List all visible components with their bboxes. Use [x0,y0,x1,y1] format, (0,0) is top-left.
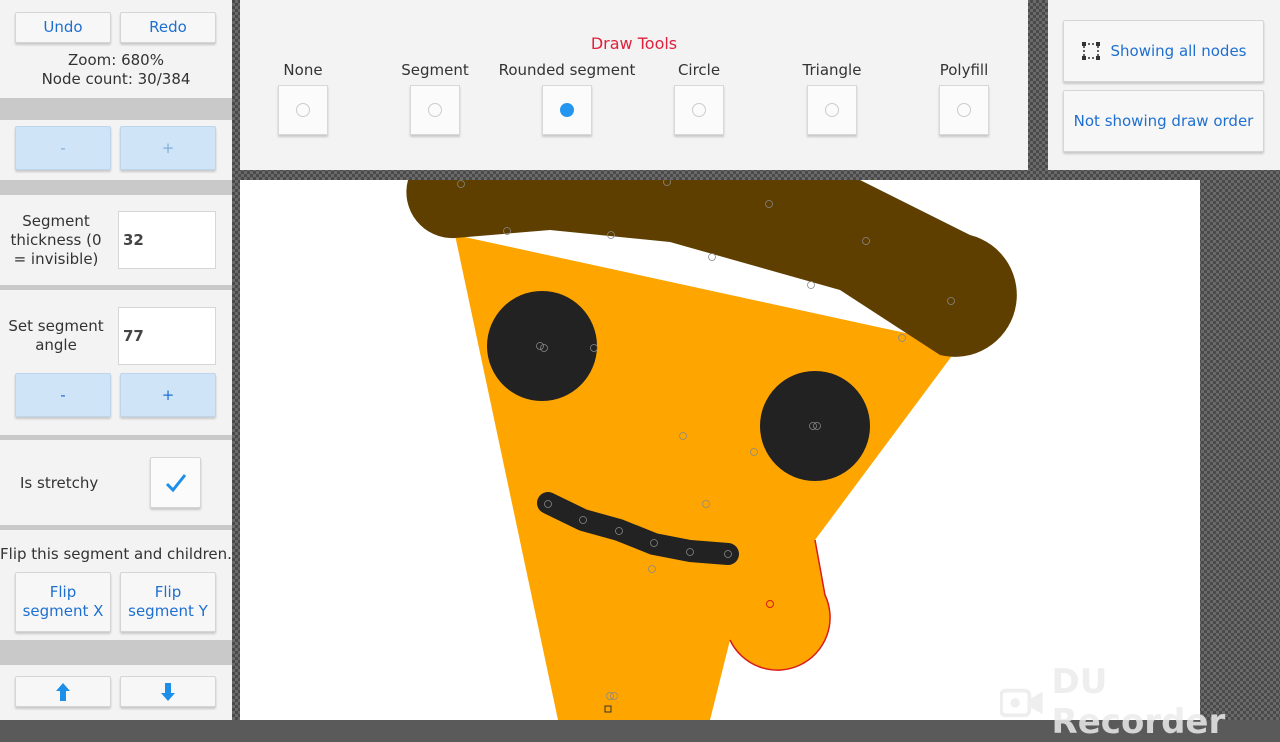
flip-x-button[interactable]: Flip segment X [15,572,111,632]
stretchy-label: Is stretchy [20,474,99,492]
tool-label-polyfill: Polyfill [939,61,989,79]
drawing-canvas[interactable] [240,180,1200,720]
segment-angle-label: Set segment angle [8,317,104,354]
stretchy-checkbox[interactable] [150,457,201,508]
tool-radio-triangle[interactable] [807,85,857,135]
decrement-button-disabled[interactable]: - [15,126,111,170]
increment-button-disabled[interactable]: + [120,126,216,170]
left-eye [487,291,597,401]
node-count-readout: Node count: 30/384 [41,70,191,88]
arrow-down-icon [161,682,175,701]
tool-radio-segment[interactable] [410,85,460,135]
radio-indicator [957,103,971,117]
reorder-section [0,665,232,720]
segment-thickness-section: Segment thickness (0 = invisible) 32 [0,195,232,285]
stepper-section-1: - + [0,120,232,180]
tool-radio-none[interactable] [278,85,328,135]
radio-indicator [692,103,706,117]
move-down-button[interactable] [120,676,216,707]
camera-icon [1000,688,1043,718]
left-panel: Undo Redo Zoom: 680% Node count: 30/384 … [0,0,232,720]
radio-indicator [428,103,442,117]
segment-angle-input[interactable]: 77 [118,307,216,365]
node-bounds-icon [1081,42,1100,60]
right-eye [760,371,870,481]
checkmark-icon [165,473,186,492]
redo-button[interactable]: Redo [120,12,216,43]
draw-order-toggle[interactable]: Not showing draw order [1063,90,1264,152]
undo-button[interactable]: Undo [15,12,111,43]
view-options-panel: Showing all nodes Not showing draw order [1048,0,1280,170]
segment-angle-section: Set segment angle 77 - + [0,290,232,435]
pizza-drawing [406,180,1017,720]
watermark-text: DU Recorder [1051,662,1226,742]
segment-thickness-label: Segment thickness (0 = invisible) [10,212,102,268]
angle-decrement-button[interactable]: - [15,373,111,417]
radio-indicator [296,103,310,117]
history-section: Undo Redo Zoom: 680% Node count: 30/384 [0,0,232,98]
radio-indicator-selected [560,103,574,117]
angle-increment-button[interactable]: + [120,373,216,417]
flip-y-button[interactable]: Flip segment Y [120,572,216,632]
recorder-watermark: DU Recorder [1000,662,1280,742]
tool-radio-circle[interactable] [674,85,724,135]
draw-tools-panel: Draw Tools None Segment Rounded segment … [240,0,1028,170]
zoom-readout: Zoom: 680% [68,51,164,69]
draw-tools-title: Draw Tools [590,34,678,53]
move-up-button[interactable] [15,676,111,707]
flip-heading: Flip this segment and children. [0,545,232,563]
segment-thickness-input[interactable]: 32 [118,211,216,269]
radio-indicator [825,103,839,117]
flip-section: Flip this segment and children. Flip seg… [0,530,232,640]
arrow-up-icon [56,682,70,701]
show-nodes-toggle[interactable]: Showing all nodes [1063,20,1264,82]
stretchy-section: Is stretchy [0,440,232,525]
tool-radio-rounded-segment[interactable] [542,85,592,135]
show-nodes-label: Showing all nodes [1110,41,1247,60]
tool-radio-polyfill[interactable] [939,85,989,135]
